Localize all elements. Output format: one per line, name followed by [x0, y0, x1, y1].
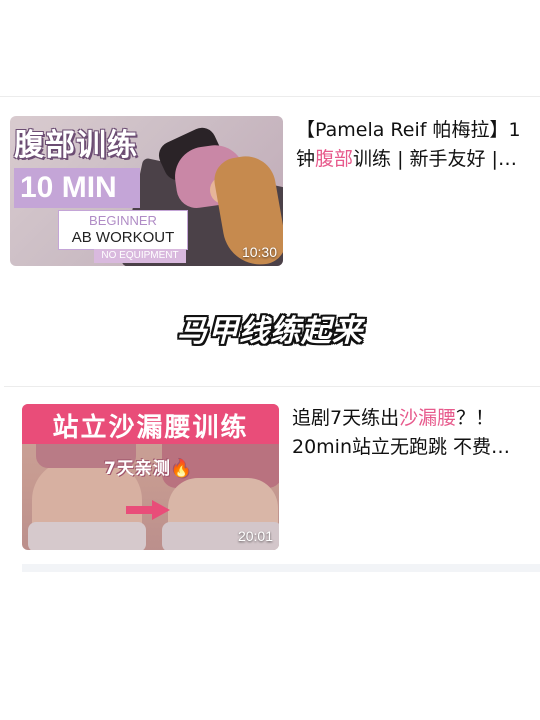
thumbnail-level-box: BEGINNER AB WORKOUT: [58, 210, 188, 250]
before-pants-image: [28, 522, 146, 550]
thumbnail-subheading: 7天亲测🔥: [104, 459, 193, 479]
thumbnail-heading: 腹部训练: [14, 128, 138, 163]
bottom-card-edge: [22, 564, 540, 572]
video-thumbnail-1[interactable]: 腹部训练 10 MIN BEGINNER AB WORKOUT NO EQUIP…: [10, 116, 283, 266]
title-text: 钟: [296, 148, 316, 170]
video-card-2[interactable]: 站立沙漏腰训练 7天亲测🔥 20:01 追剧7天练出沙漏腰？！ 20min站立无…: [0, 386, 540, 562]
thumbnail-time-label: 10 MIN: [14, 168, 140, 208]
video-title-1[interactable]: 【Pamela Reif 帕梅拉】1 钟腹部训练 | 新手友好 |…: [296, 116, 540, 174]
overlay-caption: 马甲线练起来: [177, 314, 363, 349]
thumbnail-heading: 站立沙漏腰训练: [52, 413, 249, 443]
thumbnail-workout: AB WORKOUT: [71, 229, 175, 246]
video-title-line: 钟腹部训练 | 新手友好 |…: [296, 145, 540, 174]
thumbnail-banner: 站立沙漏腰训练: [22, 404, 279, 444]
video-title-line: 【Pamela Reif 帕梅拉】1: [296, 119, 521, 141]
video-title-2[interactable]: 追剧7天练出沙漏腰？！ 20min站立无跑跳 不费…: [292, 404, 532, 462]
page: 腹部训练 10 MIN BEGINNER AB WORKOUT NO EQUIP…: [0, 0, 540, 720]
title-highlight: 腹部: [315, 148, 354, 170]
video-title-line: 追剧7天练出沙漏腰？！: [292, 404, 532, 433]
title-highlight: 沙漏腰: [399, 407, 457, 429]
video-duration: 20:01: [237, 528, 273, 544]
video-duration: 10:30: [241, 244, 277, 260]
thumbnail-level: BEGINNER: [89, 213, 157, 228]
thumbnail-equipment: NO EQUIPMENT: [94, 249, 186, 263]
video-card-1[interactable]: 腹部训练 10 MIN BEGINNER AB WORKOUT NO EQUIP…: [0, 96, 540, 280]
arrow-right-icon: [126, 500, 170, 520]
title-text: ？！: [456, 407, 495, 429]
video-thumbnail-2[interactable]: 站立沙漏腰训练 7天亲测🔥 20:01: [22, 404, 279, 550]
video-title-line: 20min站立无跑跳 不费…: [292, 436, 511, 458]
title-text: 训练 | 新手友好 |…: [353, 148, 517, 170]
title-text: 追剧7天练出: [292, 407, 400, 429]
